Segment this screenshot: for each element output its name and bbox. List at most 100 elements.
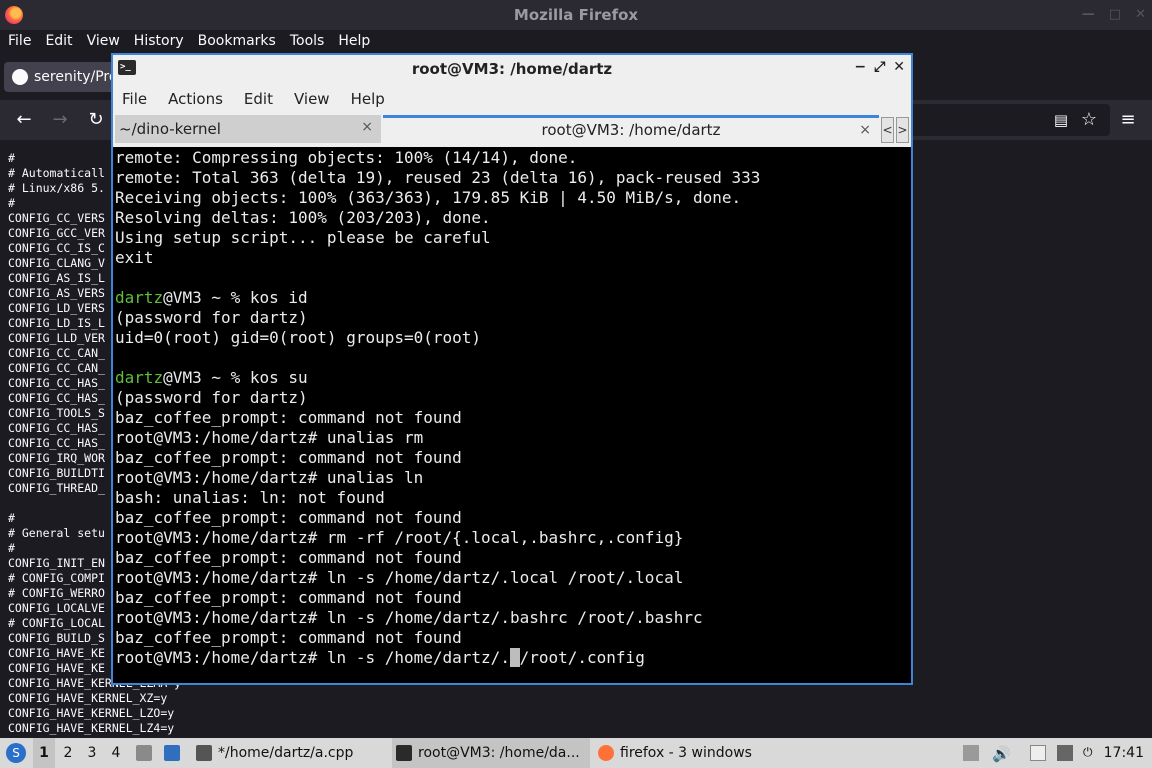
- app-menu-icon[interactable]: ≡: [1116, 108, 1140, 132]
- config-line: # CONFIG_COMPI: [8, 571, 105, 585]
- terminal-titlebar: >_ root@VM3: /home/dartz − ⤢ ✕: [113, 55, 911, 82]
- line-text: root@VM3:/home/dartz# ln -s /home/dartz/…: [115, 608, 703, 627]
- tab-scroll-left-icon[interactable]: <: [881, 117, 894, 143]
- config-line: CONFIG_HAVE_KERNEL_XZ=y: [8, 691, 168, 705]
- minimize-icon[interactable]: —: [1082, 7, 1095, 22]
- terminal-line: baz_coffee_prompt: command not found: [115, 408, 462, 428]
- config-line: CONFIG_AS_VERS: [8, 286, 105, 300]
- workspace-2[interactable]: 2: [57, 738, 79, 768]
- workspace-4[interactable]: 4: [105, 738, 127, 768]
- tab-close-icon[interactable]: ×: [859, 122, 871, 138]
- config-line: CONFIG_TOOLS_S: [8, 406, 105, 420]
- start-menu-icon[interactable]: S: [6, 743, 26, 763]
- terminal-line: baz_coffee_prompt: command not found: [115, 448, 462, 468]
- task-firefox[interactable]: firefox - 3 windows: [594, 738, 764, 768]
- maximize-icon[interactable]: ⤢: [874, 59, 885, 75]
- firefox-menu-tools[interactable]: Tools: [290, 30, 325, 52]
- tab-scroll-right-icon[interactable]: >: [896, 117, 909, 143]
- config-line: CONFIG_HAVE_KE: [8, 661, 105, 675]
- close-icon[interactable]: ✕: [893, 59, 905, 75]
- terminal-output[interactable]: remote: Compressing objects: 100% (14/14…: [113, 147, 911, 683]
- terminal-menu-file[interactable]: File: [122, 84, 156, 114]
- reader-view-icon[interactable]: ▤: [1049, 108, 1073, 132]
- terminal-line: (password for dartz): [115, 388, 308, 408]
- task-editor[interactable]: */home/dartz/a.cpp: [192, 738, 388, 768]
- terminal-icon: [396, 745, 412, 761]
- firefox-menu-help[interactable]: Help: [338, 30, 370, 52]
- terminal-line: Using setup script... please be careful: [115, 228, 491, 248]
- terminal-line: root@VM3:/home/dartz# ln -s /home/dartz/…: [115, 608, 703, 628]
- terminal-line: Receiving objects: 100% (363/363), 179.8…: [115, 188, 741, 208]
- terminal-menu-edit[interactable]: Edit: [244, 84, 282, 114]
- show-desktop-icon[interactable]: [164, 745, 180, 761]
- line-text: root@VM3:/home/dartz# rm -rf /root/{.loc…: [115, 528, 684, 547]
- prompt-user: dartz: [115, 288, 164, 307]
- config-line: #: [8, 196, 15, 210]
- config-line: CONFIG_AS_IS_L: [8, 271, 105, 285]
- terminal-line: Resolving deltas: 100% (203/203), done.: [115, 208, 491, 228]
- firefox-menu-history[interactable]: History: [134, 30, 184, 52]
- reload-icon[interactable]: ↻: [84, 108, 108, 132]
- task-label: root@VM3: /home/da...: [418, 745, 580, 761]
- tray-scroll-icon[interactable]: [963, 745, 979, 761]
- terminal-window: >_ root@VM3: /home/dartz − ⤢ ✕ File Actio…: [111, 53, 913, 685]
- terminal-line: remote: Total 363 (delta 19), reused 23 …: [115, 168, 760, 188]
- file-manager-icon[interactable]: [136, 745, 152, 761]
- config-line: CONFIG_CLANG_V: [8, 256, 105, 270]
- workspace-1[interactable]: 1: [33, 738, 55, 768]
- firefox-menu-edit[interactable]: Edit: [45, 30, 72, 52]
- line-text: baz_coffee_prompt: command not found: [115, 548, 462, 567]
- terminal-line: root@VM3:/home/dartz# unalias ln: [115, 468, 423, 488]
- network-icon[interactable]: [1057, 745, 1073, 761]
- config-line: CONFIG_CC_HAS_: [8, 421, 105, 435]
- tab-close-icon[interactable]: ×: [361, 119, 373, 135]
- config-line: CONFIG_LD_VERS: [8, 301, 105, 315]
- bookmark-star-icon[interactable]: ☆: [1077, 108, 1101, 132]
- terminal-line: baz_coffee_prompt: command not found: [115, 508, 462, 528]
- back-icon[interactable]: ←: [12, 108, 36, 132]
- text-editor-icon: [196, 745, 212, 761]
- line-text: exit: [115, 248, 154, 267]
- terminal-cursor: [509, 648, 520, 667]
- line-text: Resolving deltas: 100% (203/203), done.: [115, 208, 491, 227]
- terminal-line: root@VM3:/home/dartz# rm -rf /root/{.loc…: [115, 528, 683, 548]
- maximize-icon[interactable]: □: [1109, 7, 1121, 22]
- line-text: root@VM3:/home/dartz# ln -s /home/dartz/…: [115, 648, 510, 667]
- line-text: baz_coffee_prompt: command not found: [115, 448, 462, 467]
- config-line: CONFIG_BUILD_S: [8, 631, 105, 645]
- close-icon[interactable]: ✕: [1135, 7, 1146, 22]
- line-text: @VM3 ~ % kos id: [163, 288, 308, 307]
- workspace-3[interactable]: 3: [81, 738, 103, 768]
- clock: 17:41: [1103, 745, 1144, 761]
- terminal-menu-help[interactable]: Help: [351, 84, 394, 114]
- firefox-menu-view[interactable]: View: [87, 30, 120, 52]
- terminal-menu-view[interactable]: View: [294, 84, 339, 114]
- terminal-tab-dino-kernel[interactable]: ~/dino-kernel ×: [115, 115, 381, 143]
- config-line: CONFIG_INIT_EN: [8, 556, 105, 570]
- url-bar[interactable]: [880, 104, 1110, 136]
- config-line: # Linux/x86 5.: [8, 181, 105, 195]
- minimize-icon[interactable]: −: [854, 59, 866, 75]
- line-text: root@VM3:/home/dartz# unalias ln: [115, 468, 424, 487]
- task-terminal[interactable]: root@VM3: /home/da...: [392, 738, 590, 768]
- terminal-tab-root[interactable]: root@VM3: /home/dartz ×: [383, 115, 879, 143]
- firefox-menu-file[interactable]: File: [8, 30, 31, 52]
- volume-icon[interactable]: 🔊: [992, 745, 1011, 763]
- taskbar: S 1234 */home/dartz/a.cpp root@VM3: /hom…: [0, 738, 1152, 768]
- terminal-line: baz_coffee_prompt: command not found: [115, 628, 462, 648]
- line-text: (password for dartz): [115, 308, 308, 327]
- terminal-line: remote: Compressing objects: 100% (14/14…: [115, 148, 577, 168]
- config-line: # Automaticall: [8, 166, 105, 180]
- tab-label: root@VM3: /home/dartz: [541, 121, 721, 139]
- forward-icon[interactable]: →: [48, 108, 72, 132]
- clipboard-icon[interactable]: [1030, 745, 1046, 761]
- line-text: (password for dartz): [115, 388, 308, 407]
- github-icon: [12, 69, 28, 85]
- terminal-menu-actions[interactable]: Actions: [168, 84, 232, 114]
- config-line: #: [8, 541, 15, 555]
- config-line: CONFIG_IRQ_WOR: [8, 451, 105, 465]
- power-icon[interactable]: ⏻: [1083, 745, 1099, 761]
- firefox-menu-bookmarks[interactable]: Bookmarks: [198, 30, 276, 52]
- terminal-line: (password for dartz): [115, 308, 308, 328]
- firefox-icon: [598, 745, 614, 761]
